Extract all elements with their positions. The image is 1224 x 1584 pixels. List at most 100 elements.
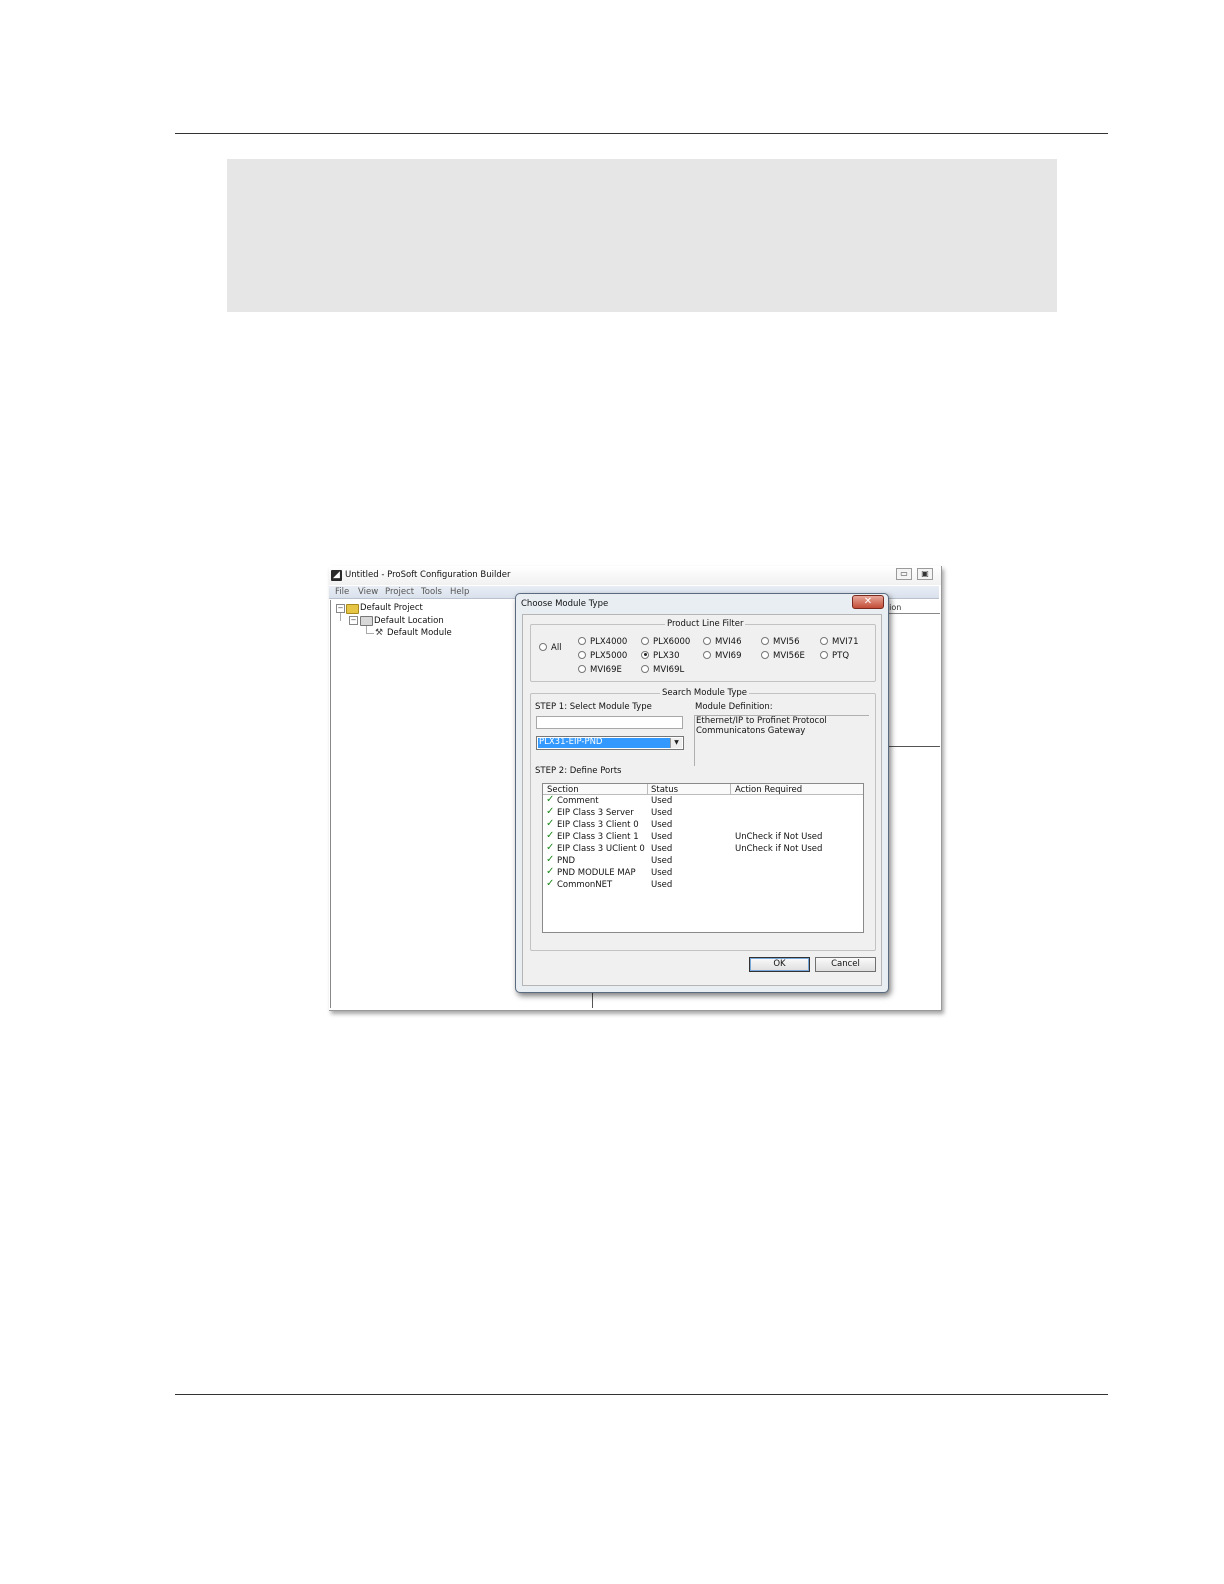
close-button[interactable]: ✕ [852, 595, 884, 609]
dropdown-arrow-icon[interactable]: ▼ [670, 738, 682, 748]
radio-ptq[interactable]: PTQ [820, 650, 849, 661]
search-module-type-legend: Search Module Type [660, 688, 750, 698]
module-definition-line2: Communicatons Gateway [696, 725, 806, 736]
header-rule [175, 133, 1108, 134]
module-definition-text: Ethernet/IP to Profinet Protocol Communi… [694, 715, 869, 766]
checkmark-icon[interactable]: ✓ [546, 806, 554, 817]
radio-button-icon [641, 636, 649, 645]
tree-node-module[interactable]: Default Module [387, 628, 452, 638]
choose-module-type-dialog: Choose Module Type ✕ Product Line Filter… [515, 593, 889, 993]
row-status: Used [651, 820, 673, 830]
column-status[interactable]: Status [651, 785, 678, 795]
radio-button-icon [578, 650, 586, 659]
radio-mvi46[interactable]: MVI46 [703, 636, 741, 647]
checkmark-icon[interactable]: ✓ [546, 842, 554, 853]
row-status: Used [651, 868, 673, 878]
module-wrench-icon: ⚒ [375, 628, 384, 638]
checkmark-icon[interactable]: ✓ [546, 878, 554, 889]
product-line-filter-group: Product Line Filter All PLX4000 PLX6000 … [530, 619, 876, 682]
row-action: UnCheck if Not Used [735, 844, 823, 854]
collapse-location-icon[interactable]: − [349, 616, 358, 625]
row-section: PND [557, 856, 576, 866]
product-line-filter-legend: Product Line Filter [665, 619, 746, 629]
collapse-project-icon[interactable]: − [336, 604, 345, 613]
radio-button-icon [820, 636, 828, 645]
ok-button[interactable]: OK [749, 957, 810, 972]
radio-button-icon [641, 664, 649, 673]
background-column-header: tion [884, 602, 940, 614]
menu-help[interactable]: Help [450, 587, 469, 597]
checkmark-icon[interactable]: ✓ [546, 818, 554, 829]
table-row[interactable]: ✓ PND Used [543, 854, 863, 867]
minimize-button[interactable]: ▭ [896, 568, 912, 580]
folder-icon [346, 604, 359, 614]
radio-button-icon [703, 636, 711, 645]
row-section: EIP Class 3 Client 0 [557, 820, 639, 830]
tree-node-project[interactable]: Default Project [360, 603, 423, 613]
checkmark-icon[interactable]: ✓ [546, 866, 554, 877]
maximize-button[interactable]: ▣ [917, 568, 933, 580]
radio-button-icon [820, 650, 828, 659]
step1-label: STEP 1: Select Module Type [535, 702, 652, 712]
menu-file[interactable]: File [335, 587, 349, 597]
row-status: Used [651, 832, 673, 842]
radio-plx6000[interactable]: PLX6000 [641, 636, 690, 647]
dialog-body: Product Line Filter All PLX4000 PLX6000 … [522, 614, 882, 986]
note-box [227, 159, 1057, 312]
ports-table-header: Section Status Action Required [543, 784, 863, 795]
row-section: CommonNET [557, 880, 613, 890]
column-separator [730, 784, 731, 794]
radio-plx5000[interactable]: PLX5000 [578, 650, 627, 661]
table-row[interactable]: ✓ Comment Used [543, 794, 863, 807]
tree-node-location[interactable]: Default Location [374, 616, 444, 626]
row-section: EIP Class 3 Server [557, 808, 634, 818]
radio-mvi56[interactable]: MVI56 [761, 636, 799, 647]
ports-table: Section Status Action Required ✓ Comment… [542, 783, 864, 933]
row-section: EIP Class 3 UClient 0 [557, 844, 645, 854]
row-status: Used [651, 796, 673, 806]
menu-project[interactable]: Project [385, 587, 414, 597]
table-row[interactable]: ✓ EIP Class 3 UClient 0 Used UnCheck if … [543, 842, 863, 855]
table-row[interactable]: ✓ EIP Class 3 Client 0 Used [543, 818, 863, 831]
radio-button-icon [761, 650, 769, 659]
radio-plx30[interactable]: PLX30 [641, 650, 680, 661]
column-action-required[interactable]: Action Required [735, 785, 802, 795]
app-title: Untitled - ProSoft Configuration Builder [345, 570, 511, 580]
checkmark-icon[interactable]: ✓ [546, 854, 554, 865]
radio-button-icon [539, 642, 547, 651]
project-tree: − Default Project − Default Location ⚒ D… [330, 600, 516, 1008]
table-row[interactable]: ✓ CommonNET Used [543, 878, 863, 891]
row-section: PND MODULE MAP [557, 868, 636, 878]
column-separator [647, 784, 648, 794]
row-section: EIP Class 3 Client 1 [557, 832, 639, 842]
row-status: Used [651, 856, 673, 866]
module-definition-label: Module Definition: [695, 702, 773, 712]
cancel-button[interactable]: Cancel [815, 957, 876, 972]
radio-plx4000[interactable]: PLX4000 [578, 636, 627, 647]
tree-connector [366, 633, 374, 634]
location-folder-icon [360, 616, 373, 626]
tree-connector [366, 626, 367, 633]
app-titlebar: ◢ Untitled - ProSoft Configuration Build… [329, 566, 941, 585]
radio-button-icon [761, 636, 769, 645]
dialog-title: Choose Module Type [521, 599, 609, 609]
radio-mvi71[interactable]: MVI71 [820, 636, 858, 647]
radio-all[interactable]: All [539, 642, 562, 653]
checkmark-icon[interactable]: ✓ [546, 830, 554, 841]
row-status: Used [651, 808, 673, 818]
table-row[interactable]: ✓ EIP Class 3 Server Used [543, 806, 863, 819]
row-section: Comment [557, 796, 599, 806]
checkmark-icon[interactable]: ✓ [546, 794, 554, 805]
row-status: Used [651, 880, 673, 890]
menu-tools[interactable]: Tools [421, 587, 442, 597]
module-search-input[interactable] [536, 716, 683, 729]
radio-mvi56e[interactable]: MVI56E [761, 650, 805, 661]
radio-mvi69[interactable]: MVI69 [703, 650, 741, 661]
menu-view[interactable]: View [358, 587, 378, 597]
radio-mvi69l[interactable]: MVI69L [641, 664, 684, 675]
row-action: UnCheck if Not Used [735, 832, 823, 842]
table-row[interactable]: ✓ EIP Class 3 Client 1 Used UnCheck if N… [543, 830, 863, 843]
table-row[interactable]: ✓ PND MODULE MAP Used [543, 866, 863, 879]
module-type-select[interactable]: PLX31-EIP-PND ▼ [536, 736, 684, 750]
radio-mvi69e[interactable]: MVI69E [578, 664, 622, 675]
